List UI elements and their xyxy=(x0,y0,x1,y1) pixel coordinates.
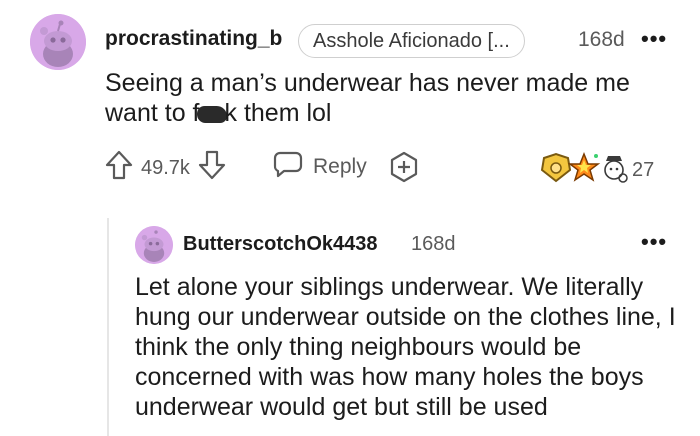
award-count: 27 xyxy=(632,158,655,181)
award-icons xyxy=(540,150,630,190)
reply-avatar[interactable] xyxy=(135,226,173,264)
reply-age: 168d xyxy=(411,233,456,255)
censor-scribble xyxy=(196,106,227,123)
reply-more-options-button[interactable]: ••• xyxy=(641,229,667,255)
comment-body: Seeing a man’s underwear has never made … xyxy=(105,68,685,128)
reply-label: Reply xyxy=(313,155,367,178)
thread-line[interactable] xyxy=(107,218,109,436)
downvote-icon[interactable] xyxy=(198,150,226,186)
comment-text-end: k them lol xyxy=(224,99,332,127)
comment-username[interactable]: procrastinating_b xyxy=(105,27,282,51)
reply-body: Let alone your siblings underwear. We li… xyxy=(135,273,676,421)
snoo-avatar-icon xyxy=(30,14,86,70)
vote-count: 49.7k xyxy=(141,156,190,179)
more-options-button[interactable]: ••• xyxy=(641,26,667,52)
awards-row[interactable]: 27 xyxy=(540,150,654,190)
reply-bubble-icon xyxy=(273,150,303,184)
add-award-icon[interactable] xyxy=(388,151,420,188)
reply-button[interactable]: Reply xyxy=(273,150,367,184)
snoo-avatar-icon xyxy=(135,226,173,264)
comment-age: 168d xyxy=(578,28,625,51)
user-flair: Asshole Aficionado [... xyxy=(298,24,525,58)
vote-bar: 49.7k xyxy=(105,150,226,186)
avatar[interactable] xyxy=(30,14,86,70)
reply-username[interactable]: ButterscotchOk4438 xyxy=(183,233,378,256)
upvote-icon[interactable] xyxy=(105,150,133,186)
comment-text-start: Seeing a man’s underwear has never made … xyxy=(105,69,630,127)
